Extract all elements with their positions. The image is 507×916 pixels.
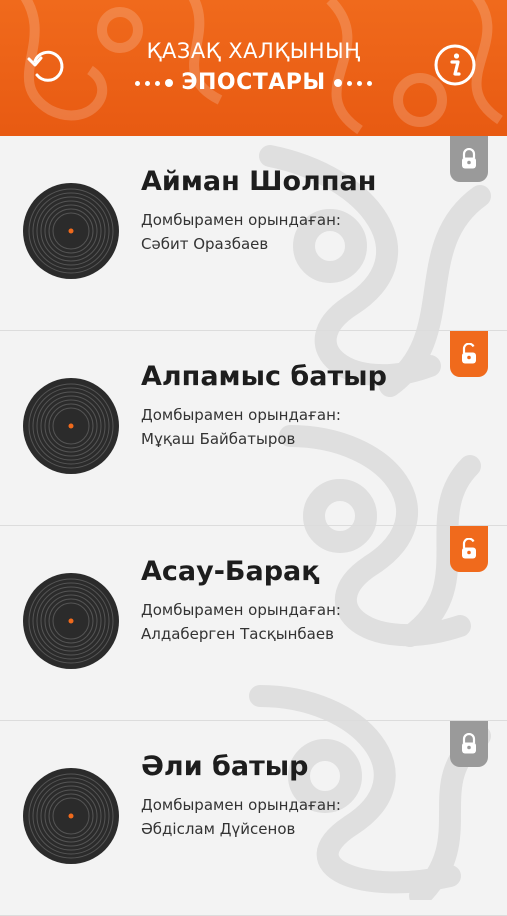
title-line-2: ЭПОСТАРЫ <box>181 70 326 95</box>
lock-closed-icon <box>462 148 476 169</box>
decorative-dots-left <box>135 79 174 87</box>
app-header: ҚАЗАҚ ХАЛҚЫНЫҢ ЭПОСТАРЫ <box>0 0 507 136</box>
vinyl-record-icon <box>23 183 119 279</box>
performer-info: Домбырамен орындаған: Алдаберген Тасқынб… <box>141 598 341 646</box>
performer-info: Домбырамен орындаған: Мұқаш Байбатыров <box>141 403 341 451</box>
epic-title: Әли батыр <box>141 751 309 782</box>
performer-name: Әбдіслам Дүйсенов <box>141 820 296 838</box>
list-item[interactable]: Алпамыс батыр Домбырамен орындаған: Мұқа… <box>0 331 507 526</box>
performer-name: Алдаберген Тасқынбаев <box>141 625 334 643</box>
decorative-dots-right <box>333 79 372 87</box>
performer-label: Домбырамен орындаған: <box>141 796 341 814</box>
info-button[interactable] <box>433 43 477 87</box>
vinyl-record-icon <box>23 573 119 669</box>
performer-name: Мұқаш Байбатыров <box>141 430 296 448</box>
performer-label: Домбырамен орындаған: <box>141 601 341 619</box>
epic-title: Асау-Барақ <box>141 556 320 587</box>
app-title: ҚАЗАҚ ХАЛҚЫНЫҢ ЭПОСТАРЫ <box>100 38 407 96</box>
epic-list: Айман Шолпан Домбырамен орындаған: Сәбит… <box>0 136 507 916</box>
performer-label: Домбырамен орындаған: <box>141 406 341 424</box>
epic-title: Алпамыс батыр <box>141 361 387 392</box>
lock-badge[interactable] <box>450 136 488 182</box>
lock-open-icon <box>462 538 476 559</box>
lock-badge[interactable] <box>450 721 488 767</box>
refresh-icon <box>27 50 64 82</box>
list-item[interactable]: Айман Шолпан Домбырамен орындаған: Сәбит… <box>0 136 507 331</box>
lock-badge[interactable] <box>450 526 488 572</box>
vinyl-record-icon <box>23 768 119 864</box>
lock-open-icon <box>462 343 476 364</box>
performer-label: Домбырамен орындаған: <box>141 211 341 229</box>
list-item[interactable]: Әли батыр Домбырамен орындаған: Әбдіслам… <box>0 721 507 916</box>
lock-badge[interactable] <box>450 331 488 377</box>
refresh-button[interactable] <box>25 43 69 87</box>
performer-info: Домбырамен орындаған: Әбдіслам Дүйсенов <box>141 793 341 841</box>
epic-title: Айман Шолпан <box>141 166 377 197</box>
performer-info: Домбырамен орындаған: Сәбит Оразбаев <box>141 208 341 256</box>
title-line-2-row: ЭПОСТАРЫ <box>100 70 407 96</box>
info-icon <box>434 44 476 86</box>
performer-name: Сәбит Оразбаев <box>141 235 269 253</box>
lock-closed-icon <box>462 733 476 754</box>
title-line-1: ҚАЗАҚ ХАЛҚЫНЫҢ <box>146 39 361 63</box>
list-item[interactable]: Асау-Барақ Домбырамен орындаған: Алдабер… <box>0 526 507 721</box>
vinyl-record-icon <box>23 378 119 474</box>
